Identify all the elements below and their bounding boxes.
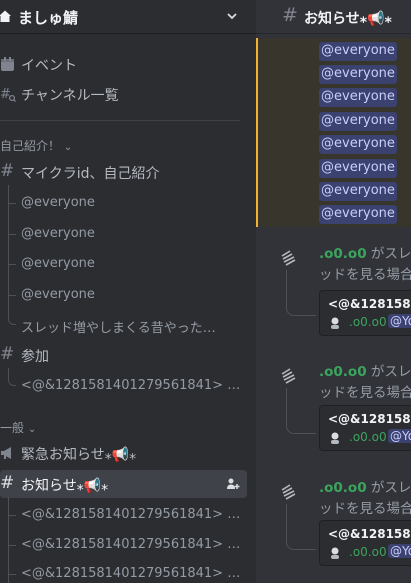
channel-intro-label: マイクラid、自己紹介 [21, 166, 160, 182]
events-nav-item[interactable]: イベント [0, 50, 256, 78]
channel-join-label: 参加 [21, 349, 49, 365]
add-member-icon[interactable] [226, 477, 240, 491]
reply-connector [286, 504, 316, 550]
thread-icon [281, 250, 296, 266]
thread-item[interactable]: @everyone [0, 216, 250, 248]
thread-label: スレッド増やしまくる昔やった… [21, 321, 216, 336]
channel-news-label: お知らせ⁎📢⁎ [21, 478, 109, 494]
thread-item[interactable]: @everyone [0, 185, 250, 217]
thread-item[interactable]: <@&1281581401279561841> <@&1… [0, 497, 250, 529]
thread-item[interactable]: @everyone [0, 246, 250, 278]
thread-label: <@&1281581401279561841> <@&1… [21, 566, 246, 581]
channel-list-label: チャンネル一覧 [21, 88, 119, 104]
reply-connector [286, 270, 316, 316]
thread-preview-mention: @Yo [388, 314, 411, 328]
message-pane: # お知らせ⁎📢⁎ @everyone @everyone @everyone … [256, 0, 411, 583]
mention-everyone[interactable]: @everyone [319, 135, 397, 154]
chevron-down-icon[interactable] [226, 10, 238, 22]
calendar-icon [1, 57, 14, 71]
thread-item[interactable]: スレッド増やしまくる昔やった… [0, 307, 250, 339]
channel-intro[interactable]: # マイクラid、自己紹介 [0, 158, 256, 186]
mention-everyone[interactable]: @everyone [319, 205, 397, 224]
thread-label: @everyone [21, 256, 95, 271]
thread-item[interactable]: <@&1281581401279561841> <@&1… [0, 527, 250, 559]
server-header[interactable]: ましゅ鯖 [0, 0, 256, 34]
thread-label: <@&1281581401279561841> <@&1… [21, 507, 246, 522]
thread-preview-title: <@&128158140 [328, 297, 411, 311]
thread-label: <@&1281581401279561841> <@&1… [21, 537, 246, 552]
server-name: ましゅ鯖 [18, 9, 79, 27]
svg-text:#: # [0, 87, 11, 102]
thread-icon [281, 368, 296, 384]
channel-urgent[interactable]: 緊急お知らせ⁎📢⁎ [0, 439, 256, 467]
hash-icon: # [0, 344, 15, 364]
thread-preview-title: <@&128158140 [328, 527, 411, 541]
thread-item[interactable]: <@&1281581401279561841> <@&1… [0, 556, 250, 583]
mention-everyone[interactable]: @everyone [319, 88, 397, 107]
chevron-down-icon: ⌄ [27, 424, 37, 435]
thread-preview-card[interactable]: <@&128158140 .o0.o0 @Yo [319, 290, 411, 336]
thread-item[interactable]: <@&1281581401279561841> <@&1… [0, 368, 250, 400]
channel-title: お知らせ⁎📢⁎ [304, 11, 392, 27]
channel-list-nav-item[interactable]: # チャンネル一覧 [0, 80, 256, 108]
thread-preview-user: .o0.o0 [349, 545, 387, 559]
sidebar-divider [0, 120, 240, 121]
thread-label: <@&1281581401279561841> <@&1… [21, 378, 246, 393]
mention-everyone[interactable]: @everyone [319, 182, 397, 201]
thread-preview-user: .o0.o0 [349, 430, 387, 444]
chevron-down-icon: ⌄ [63, 142, 73, 153]
channel-join[interactable]: # 参加 [0, 341, 256, 369]
avatar [331, 317, 339, 329]
username[interactable]: .o0.o0 [319, 246, 367, 262]
system-message: .o0.o0 がスレッ ッドを見る場合 [319, 246, 411, 283]
thread-preview-mention: @Yo [388, 544, 411, 558]
system-message: .o0.o0 がスレッ ッドを見る場合 [319, 480, 411, 517]
reply-connector [286, 388, 316, 434]
mention-everyone[interactable]: @everyone [319, 42, 397, 61]
category-general-label: 一般 [0, 421, 25, 435]
home-icon [0, 10, 11, 22]
thread-preview-mention: @Yo [388, 429, 411, 443]
megaphone-icon [1, 447, 11, 459]
category-intro-label: 自己紹介！ [0, 139, 61, 153]
channel-list-icon: # [0, 87, 16, 102]
hash-icon: # [0, 473, 15, 493]
thread-preview-user: .o0.o0 [349, 315, 387, 329]
hash-icon: # [282, 4, 298, 26]
mention-everyone[interactable]: @everyone [319, 112, 397, 131]
events-label: イベント [21, 58, 77, 74]
username[interactable]: .o0.o0 [319, 364, 367, 380]
thread-preview-card[interactable]: <@&128158140 .o0.o0 @Yo [319, 405, 411, 451]
avatar [331, 547, 339, 559]
hash-icon: # [0, 161, 15, 181]
channel-header: # お知らせ⁎📢⁎ [256, 0, 411, 34]
thread-item[interactable]: @everyone [0, 277, 250, 309]
system-message: .o0.o0 がスレッ ッドを見る場合 [319, 364, 411, 401]
thread-preview-card[interactable]: <@&128158140 .o0.o0 @Yo [319, 520, 411, 566]
thread-label: @everyone [21, 226, 95, 241]
avatar [331, 432, 339, 444]
channel-sidebar: ましゅ鯖 イベント # チャンネル一覧 自己紹介！ ⌄ # マイクラid、自己紹… [0, 0, 256, 583]
thread-label: @everyone [21, 195, 95, 210]
mention-everyone[interactable]: @everyone [319, 159, 397, 178]
mention-everyone[interactable]: @everyone [319, 65, 397, 84]
thread-label: @everyone [21, 287, 95, 302]
category-general[interactable]: 一般 ⌄ [0, 419, 36, 436]
channel-urgent-label: 緊急お知らせ⁎📢⁎ [21, 447, 137, 463]
username[interactable]: .o0.o0 [319, 480, 367, 496]
channel-news[interactable]: # お知らせ⁎📢⁎ [0, 470, 247, 498]
thread-icon [281, 484, 296, 500]
category-intro[interactable]: 自己紹介！ ⌄ [0, 137, 72, 154]
thread-preview-title: <@&128158140 [328, 412, 411, 426]
